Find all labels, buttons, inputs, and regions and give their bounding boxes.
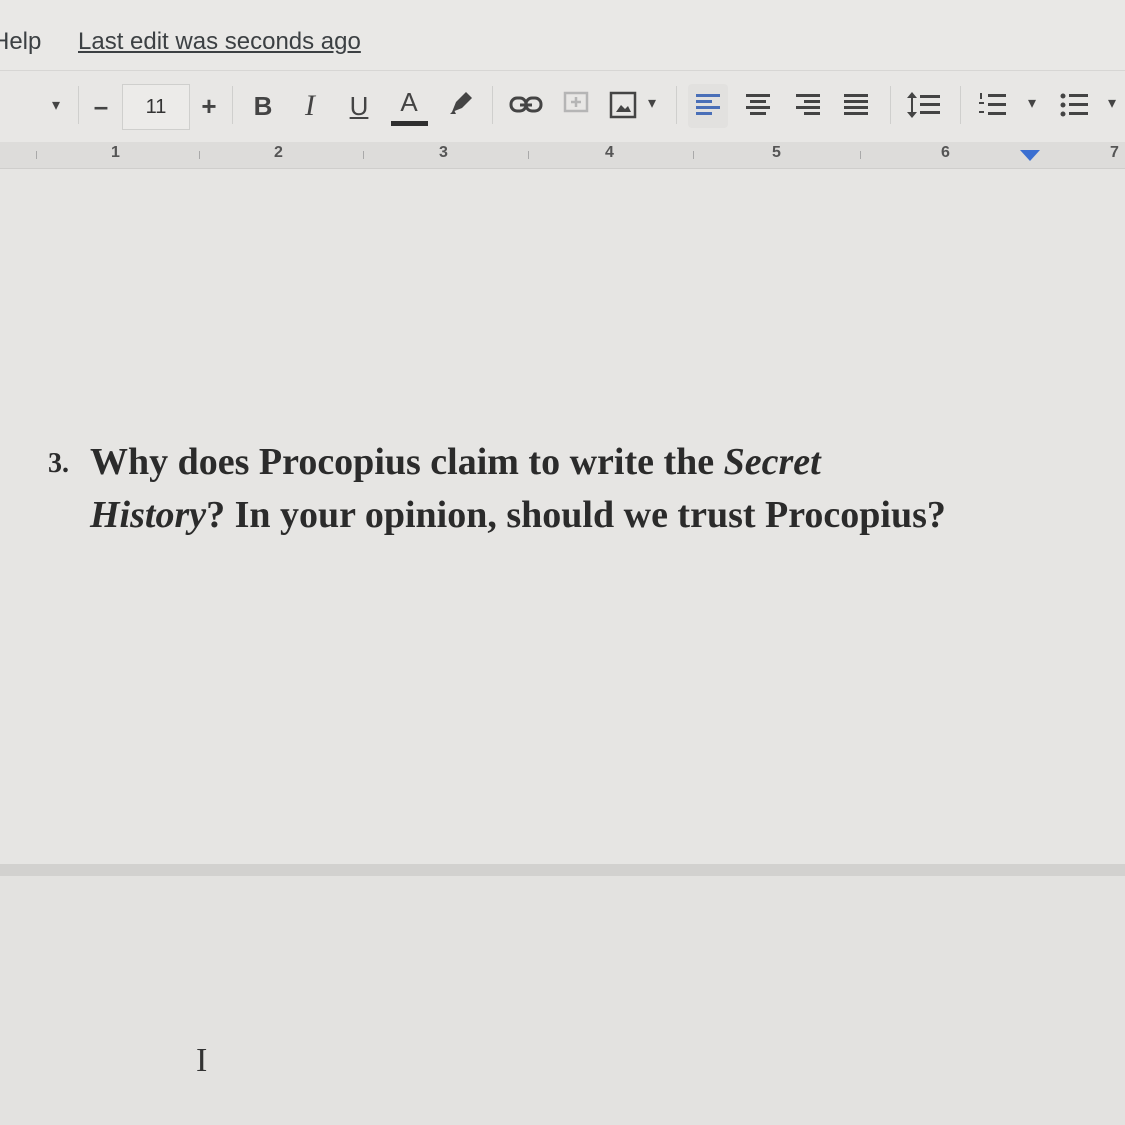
increase-font-size-button[interactable]: + [194,90,224,122]
align-justify-icon[interactable] [842,92,870,118]
question-text: ? In your opinion, should we trust Proco… [206,494,946,536]
ruler-tick [528,151,529,159]
decrease-font-size-button[interactable]: – [86,90,116,122]
align-center-icon[interactable] [744,92,772,118]
ruler-tick [199,151,200,159]
ruler-tick [693,151,694,159]
ruler-number: 4 [605,144,614,161]
text-cursor-icon: I [196,1042,208,1079]
italic-button[interactable]: I [295,90,325,122]
insert-image-icon[interactable] [608,90,638,120]
ruler [0,142,1125,169]
ruler-tick [36,151,37,159]
document-page-next[interactable] [0,876,1125,1125]
help-menu[interactable]: Help [0,28,41,56]
numbered-list-icon[interactable] [976,90,1008,120]
toolbar-separator [960,86,961,124]
question-number: 3. [48,448,69,479]
ruler-tick [860,151,861,159]
ruler-number: 1 [111,144,120,161]
font-size-input[interactable]: 11 [122,84,190,130]
page-break [0,864,1125,876]
toolbar-separator [890,86,891,124]
bulleted-list-dropdown-icon[interactable]: ▾ [1102,94,1122,114]
line-spacing-icon[interactable] [906,90,942,120]
bold-button[interactable]: B [248,90,278,122]
last-edit-link[interactable]: Last edit was seconds ago [78,28,361,56]
toolbar-separator [232,86,233,124]
toolbar-separator [492,86,493,124]
question-text: Why does Procopius claim to write the [90,441,724,483]
link-icon[interactable] [508,92,544,118]
ruler-tick [363,151,364,159]
align-right-icon[interactable] [794,92,822,118]
question-line-2: History? In your opinion, should we trus… [90,493,946,537]
ruler-number: 7 [1110,144,1119,161]
text-color-button[interactable]: A [392,86,426,118]
style-dropdown-icon[interactable]: ▾ [46,96,66,116]
underline-button[interactable]: U [344,90,374,122]
text-color-swatch [391,121,428,126]
ruler-number: 5 [772,144,781,161]
toolbar-separator [78,86,79,124]
add-comment-icon[interactable] [562,90,590,118]
book-title-italic: History [90,494,207,536]
toolbar-separator [676,86,677,124]
highlighter-icon[interactable] [446,88,476,118]
ruler-number: 6 [941,144,950,161]
insert-image-dropdown-icon[interactable]: ▾ [642,94,662,114]
numbered-list-dropdown-icon[interactable]: ▾ [1022,94,1042,114]
question-line-1: Why does Procopius claim to write the Se… [90,440,821,484]
bulleted-list-icon[interactable] [1058,90,1090,120]
ruler-number: 3 [439,144,448,161]
ruler-number: 2 [274,144,283,161]
indent-marker-icon[interactable] [1020,150,1040,161]
book-title-italic: Secret [723,441,821,483]
align-left-icon[interactable] [694,92,722,118]
